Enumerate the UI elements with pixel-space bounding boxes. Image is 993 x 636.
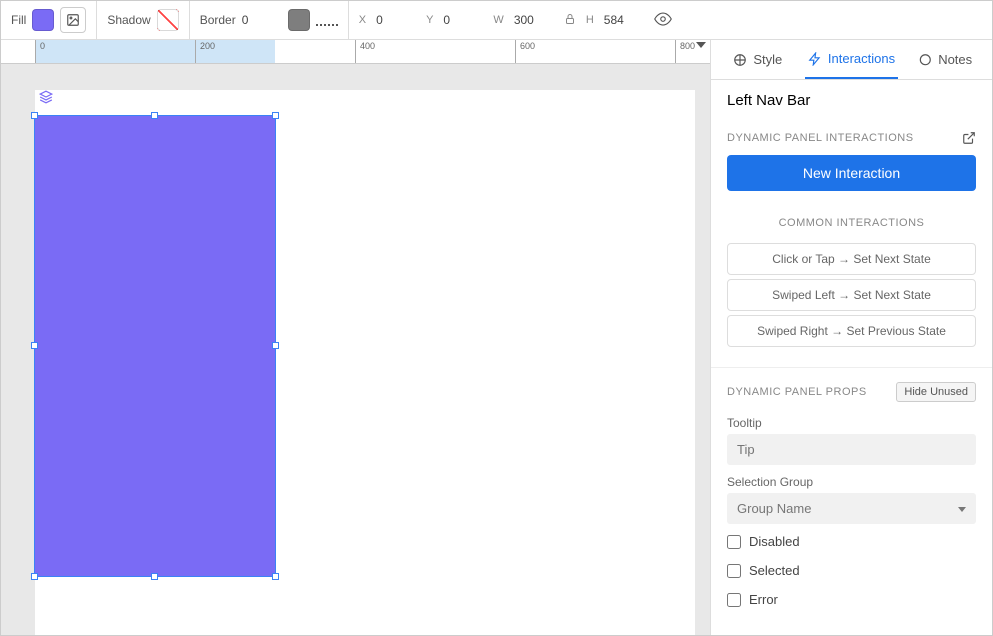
selection-group-label: Selection Group [711,465,992,493]
error-checkbox[interactable] [727,593,741,607]
y-label: Y [426,14,433,26]
element-name: Left Nav Bar [711,80,992,121]
shadow-section: Shadow [97,1,189,39]
w-label: W [493,14,503,26]
inspector-tabs: Style Interactions Notes [711,40,992,80]
border-color-swatch[interactable] [288,9,310,31]
error-checkbox-row[interactable]: Error [727,592,976,607]
tooltip-input[interactable] [727,434,976,465]
lock-aspect-icon[interactable] [564,13,576,28]
border-width-input[interactable] [242,9,282,31]
resize-handle-nw[interactable] [31,112,38,119]
dynamic-panel-icon[interactable] [39,90,53,104]
selected-checkbox[interactable] [727,564,741,578]
common-interactions-header: COMMON INTERACTIONS [711,207,992,239]
inspector-panel: Style Interactions Notes Left Nav Bar DY… [710,40,992,635]
ruler-tick: 400 [355,40,375,63]
selected-label: Selected [749,563,800,578]
ruler-tick: 0 [35,40,45,63]
disabled-label: Disabled [749,534,800,549]
resize-handle-sw[interactable] [31,573,38,580]
selection-group-select-wrap: Group Name [727,493,976,524]
resize-handle-n[interactable] [151,112,158,119]
ruler-tick: 600 [515,40,535,63]
border-section: Border [190,1,349,39]
state-checkboxes: Disabled Selected Error [711,524,992,607]
h-input[interactable] [604,9,644,31]
ruler-menu-toggle[interactable] [696,42,706,48]
resize-handle-e[interactable] [272,342,279,349]
border-label: Border [200,13,236,27]
tab-style[interactable]: Style [711,40,805,79]
y-input[interactable] [443,9,483,31]
border-style-picker[interactable] [316,14,338,26]
interactions-header-label: DYNAMIC PANEL INTERACTIONS [727,132,914,144]
w-input[interactable] [514,9,554,31]
new-interaction-button[interactable]: New Interaction [727,155,976,191]
h-label: H [586,14,594,26]
common-interaction-1[interactable]: Swiped Left → Set Next State [727,279,976,311]
horizontal-ruler: 0 200 400 600 800 [1,40,710,64]
tab-interactions[interactable]: Interactions [805,40,899,79]
fill-label: Fill [11,13,26,27]
popout-icon[interactable] [962,131,976,145]
property-toolbar: Fill Shadow Border X Y W H [1,1,992,40]
ruler-tick: 800 [675,40,695,63]
fill-section: Fill [1,1,97,39]
tab-style-label: Style [753,52,782,67]
geometry-section: X Y W H [349,1,682,39]
x-input[interactable] [376,9,416,31]
selection-group-select[interactable]: Group Name [727,493,976,524]
interactions-header: DYNAMIC PANEL INTERACTIONS [711,121,992,155]
common-interaction-0[interactable]: Click or Tap → Set Next State [727,243,976,275]
canvas-area[interactable]: 0 200 400 600 800 [1,40,710,635]
fill-color-swatch[interactable] [32,9,54,31]
tab-notes[interactable]: Notes [898,40,992,79]
props-header: DYNAMIC PANEL PROPS Hide Unused [711,368,992,406]
disabled-checkbox[interactable] [727,535,741,549]
tab-notes-label: Notes [938,52,972,67]
selected-checkbox-row[interactable]: Selected [727,563,976,578]
fill-image-button[interactable] [60,7,86,33]
main-area: 0 200 400 600 800 Style Interactions [1,40,992,635]
selected-widget[interactable] [35,116,275,576]
ruler-tick: 200 [195,40,215,63]
props-header-label: DYNAMIC PANEL PROPS [727,386,867,398]
shadow-none-swatch[interactable] [157,9,179,31]
resize-handle-s[interactable] [151,573,158,580]
common-interaction-2[interactable]: Swiped Right → Set Previous State [727,315,976,347]
disabled-checkbox-row[interactable]: Disabled [727,534,976,549]
shadow-label: Shadow [107,13,150,27]
resize-handle-se[interactable] [272,573,279,580]
resize-handle-ne[interactable] [272,112,279,119]
hide-unused-button[interactable]: Hide Unused [896,382,976,402]
x-label: X [359,14,366,26]
tab-interactions-label: Interactions [828,51,895,66]
error-label: Error [749,592,778,607]
tooltip-label: Tooltip [711,406,992,434]
visibility-toggle-icon[interactable] [654,10,672,31]
resize-handle-w[interactable] [31,342,38,349]
